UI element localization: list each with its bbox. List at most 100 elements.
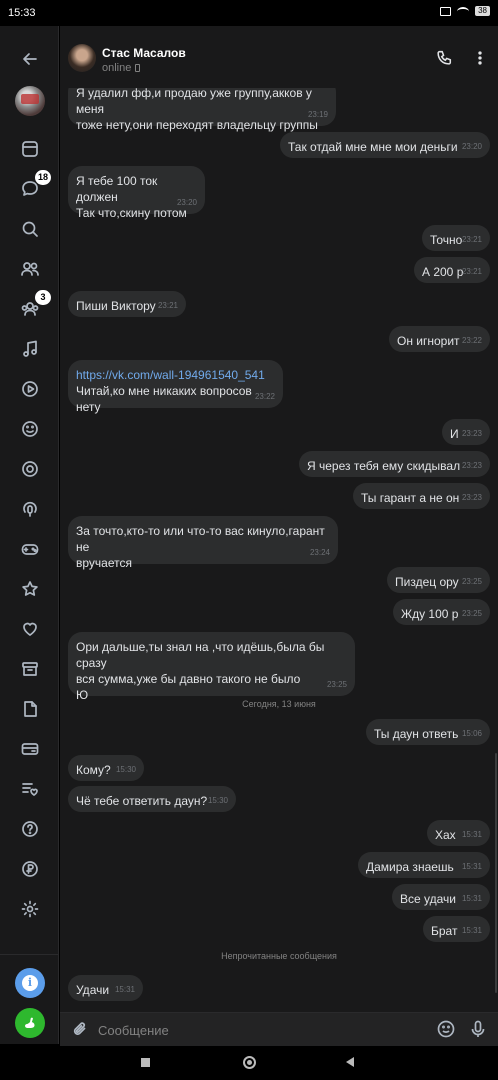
communities-badge: 3 [35, 290, 51, 305]
system-nav-bar [0, 1046, 498, 1080]
date-separator: Сегодня, 13 июня [242, 699, 316, 709]
message-time: 15:06 [461, 729, 482, 738]
message-bubble-outgoing[interactable]: Ты даун ответь 15:06 [366, 719, 490, 745]
message-bubble-outgoing[interactable]: И 23:23 [442, 419, 490, 445]
contact-name[interactable]: Стас Масалов [102, 46, 186, 60]
friends-icon[interactable] [15, 254, 45, 284]
payments-icon[interactable] [15, 734, 45, 764]
message-text: Читай,ко мне никаких вопросов нету [76, 384, 252, 414]
message-time: 23:23 [461, 461, 482, 470]
message-input[interactable] [98, 1019, 418, 1041]
news-icon[interactable] [15, 134, 45, 164]
contact-avatar[interactable] [68, 44, 96, 72]
wifi-icon [457, 6, 470, 16]
podcasts-icon[interactable] [15, 494, 45, 524]
message-bubble-incoming[interactable]: Я тебе 100 ток должен Так что,скину пото… [68, 166, 205, 220]
vk-pay-icon[interactable] [15, 854, 45, 884]
recent-apps-button[interactable] [141, 1058, 150, 1067]
ostrich-app-icon[interactable] [15, 1008, 45, 1038]
message-time: 15:31 [461, 894, 482, 903]
message-bubble-incoming[interactable]: Удачи 15:31 [68, 975, 143, 1001]
message-bubble-outgoing[interactable]: Я через тебя ему скидывал 23:23 [299, 451, 490, 477]
message-link[interactable]: https://vk.com/wall-194961540_541 [76, 367, 275, 383]
message-text: Так отдай мне мне мои деньги [288, 140, 458, 154]
help-icon[interactable] [15, 814, 45, 844]
call-button[interactable] [432, 46, 456, 70]
contact-status: online [102, 62, 141, 74]
back-arrow-icon[interactable] [15, 44, 45, 74]
message-time: 15:30 [207, 796, 228, 805]
back-button[interactable] [346, 1057, 354, 1067]
message-time: 23:24 [309, 548, 330, 557]
wishlist-icon[interactable] [15, 774, 45, 804]
message-bubble-incoming[interactable]: https://vk.com/wall-194961540_541 Читай,… [68, 360, 283, 414]
message-bubble-outgoing[interactable]: Он игнорит 23:22 [389, 326, 490, 352]
messages-badge: 18 [34, 170, 51, 185]
settings-icon[interactable] [15, 894, 45, 924]
search-icon[interactable] [15, 214, 45, 244]
documents-icon[interactable] [15, 694, 45, 724]
stickers-icon[interactable] [15, 414, 45, 444]
message-bubble-outgoing[interactable]: Брат 15:31 [423, 916, 490, 942]
home-button[interactable] [243, 1056, 256, 1069]
communities-icon[interactable]: 3 [15, 290, 51, 324]
message-bubble-outgoing[interactable]: Жду 100 р 23:25 [393, 599, 490, 625]
unread-separator: Непрочитанные сообщения [221, 951, 337, 961]
voice-button[interactable] [468, 1019, 488, 1039]
message-bubble-outgoing[interactable]: Все удачи 15:31 [392, 884, 490, 910]
attach-button[interactable] [70, 1019, 90, 1039]
message-time: 23:21 [461, 235, 482, 244]
message-time: 15:31 [114, 985, 135, 994]
message-text: Чё тебе ответить даун? [76, 794, 208, 808]
status-time: 15:33 [8, 7, 36, 19]
more-vertical-icon [478, 51, 482, 65]
message-time: 23:22 [461, 336, 482, 345]
message-bubble-incoming[interactable]: Ори дальше,ты знал на ,что идёшь,была бы… [68, 632, 355, 702]
message-time: 23:19 [307, 110, 328, 119]
status-bar: 15:33 38 [0, 0, 498, 26]
message-bubble-incoming[interactable]: Кому? 15:30 [68, 755, 144, 781]
message-bubble-incoming[interactable]: За точто,кто-то или что-то вас кинуло,га… [68, 516, 338, 570]
message-bubble-outgoing[interactable]: Ты гарант а не он 23:23 [353, 483, 490, 509]
message-time: 23:23 [461, 493, 482, 502]
message-bubble-incoming[interactable]: Я удалил фф,и продаю уже группу,акков у … [68, 88, 336, 132]
message-bubble-outgoing[interactable]: Пиздец ору 23:25 [387, 567, 490, 593]
mobile-icon [135, 64, 141, 72]
message-bubble-outgoing[interactable]: Хах 15:31 [427, 820, 490, 846]
message-time: 15:30 [115, 765, 136, 774]
message-time: 23:23 [461, 429, 482, 438]
info-app-icon[interactable]: i [15, 968, 45, 998]
message-bubble-outgoing[interactable]: Точно 23:21 [422, 225, 490, 251]
scrollbar[interactable] [495, 753, 497, 993]
chat-header: Стас Масалов online [60, 26, 498, 88]
likes-icon[interactable] [15, 614, 45, 644]
messages-icon[interactable]: 18 [15, 170, 51, 204]
left-rail: 18 3 i [0, 26, 59, 1044]
clips-icon[interactable] [15, 454, 45, 484]
archive-icon[interactable] [15, 654, 45, 684]
favorites-icon[interactable] [15, 574, 45, 604]
message-time: 15:31 [461, 926, 482, 935]
message-time: 15:31 [461, 862, 482, 871]
message-list[interactable]: Я удалил фф,и продаю уже группу,акков у … [60, 88, 498, 1012]
message-text: За точто,кто-то или что-то вас кинуло,га… [76, 524, 325, 570]
message-composer [60, 1012, 498, 1046]
message-text: Ори дальше,ты знал на ,что идёшь,была бы… [76, 640, 325, 702]
profile-avatar[interactable] [15, 86, 45, 116]
paperclip-icon [73, 1022, 86, 1035]
phone-icon [437, 50, 452, 65]
more-button[interactable] [468, 46, 492, 70]
message-bubble-outgoing[interactable]: Так отдай мне мне мои деньги 23:20 [280, 132, 490, 158]
message-bubble-incoming[interactable]: Пиши Виктору 23:21 [68, 291, 186, 317]
music-icon[interactable] [15, 334, 45, 364]
message-time: 23:21 [157, 301, 178, 310]
games-icon[interactable] [15, 534, 45, 564]
emoji-button[interactable] [436, 1019, 456, 1039]
video-icon[interactable] [15, 374, 45, 404]
message-bubble-outgoing[interactable]: А 200 р 23:21 [414, 257, 490, 283]
battery-icon: 38 [475, 6, 490, 16]
message-bubble-outgoing[interactable]: Дамира знаешь 15:31 [358, 852, 490, 878]
sim-icon [440, 6, 452, 16]
message-text: Я через тебя ему скидывал [307, 459, 461, 473]
message-bubble-incoming[interactable]: Чё тебе ответить даун? 15:30 [68, 786, 236, 812]
